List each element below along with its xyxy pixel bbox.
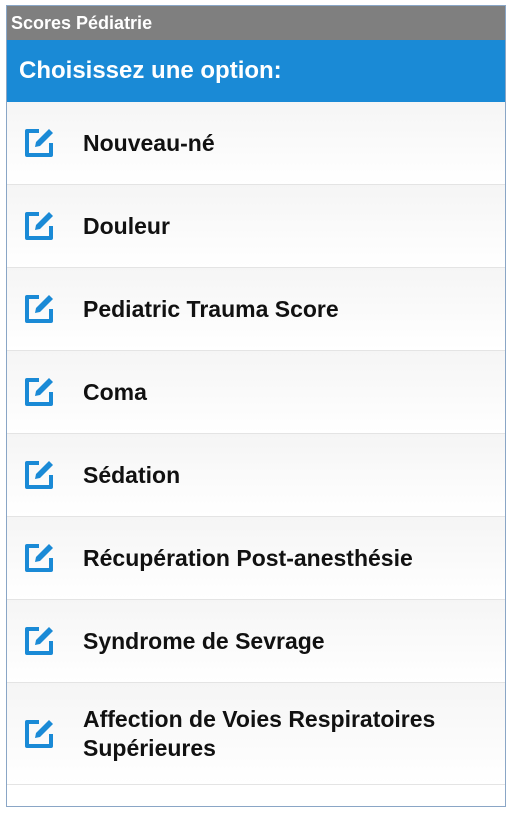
menu-item-affection-voies-respiratoires[interactable]: Affection de Voies Respiratoires Supérie… bbox=[7, 683, 505, 785]
app-window: Scores Pédiatrie Choisissez une option: … bbox=[6, 5, 506, 807]
menu-item-label: Nouveau-né bbox=[83, 129, 215, 156]
app-title-bar: Scores Pédiatrie bbox=[7, 6, 505, 40]
menu-item-label: Douleur bbox=[83, 212, 170, 239]
menu-item-nouveau-ne[interactable]: Nouveau-né bbox=[7, 102, 505, 185]
menu-item-coma[interactable]: Coma bbox=[7, 351, 505, 434]
edit-icon bbox=[25, 212, 53, 240]
menu-item-label: Syndrome de Sevrage bbox=[83, 627, 325, 654]
edit-icon bbox=[25, 129, 53, 157]
menu-item-label: Pediatric Trauma Score bbox=[83, 295, 339, 322]
menu-item-syndrome-de-sevrage[interactable]: Syndrome de Sevrage bbox=[7, 600, 505, 683]
menu-item-label: Sédation bbox=[83, 461, 181, 488]
menu-item-sedation[interactable]: Sédation bbox=[7, 434, 505, 517]
edit-icon bbox=[25, 378, 53, 406]
options-list: Nouveau-né Douleur Pediatric Trauma Scor… bbox=[7, 102, 505, 785]
edit-icon bbox=[25, 627, 53, 655]
edit-icon bbox=[25, 461, 53, 489]
menu-item-recuperation-post-anesthesie[interactable]: Récupération Post-anesthésie bbox=[7, 517, 505, 600]
edit-icon bbox=[25, 295, 53, 323]
menu-item-label: Coma bbox=[83, 378, 147, 405]
edit-icon bbox=[25, 544, 53, 572]
options-header: Choisissez une option: bbox=[7, 40, 505, 102]
app-title: Scores Pédiatrie bbox=[11, 13, 153, 33]
options-prompt: Choisissez une option: bbox=[19, 57, 282, 84]
menu-item-pediatric-trauma-score[interactable]: Pediatric Trauma Score bbox=[7, 268, 505, 351]
menu-item-label: Affection de Voies Respiratoires Supérie… bbox=[83, 705, 436, 761]
edit-icon bbox=[25, 719, 53, 748]
menu-item-douleur[interactable]: Douleur bbox=[7, 185, 505, 268]
menu-item-label: Récupération Post-anesthésie bbox=[83, 544, 413, 571]
